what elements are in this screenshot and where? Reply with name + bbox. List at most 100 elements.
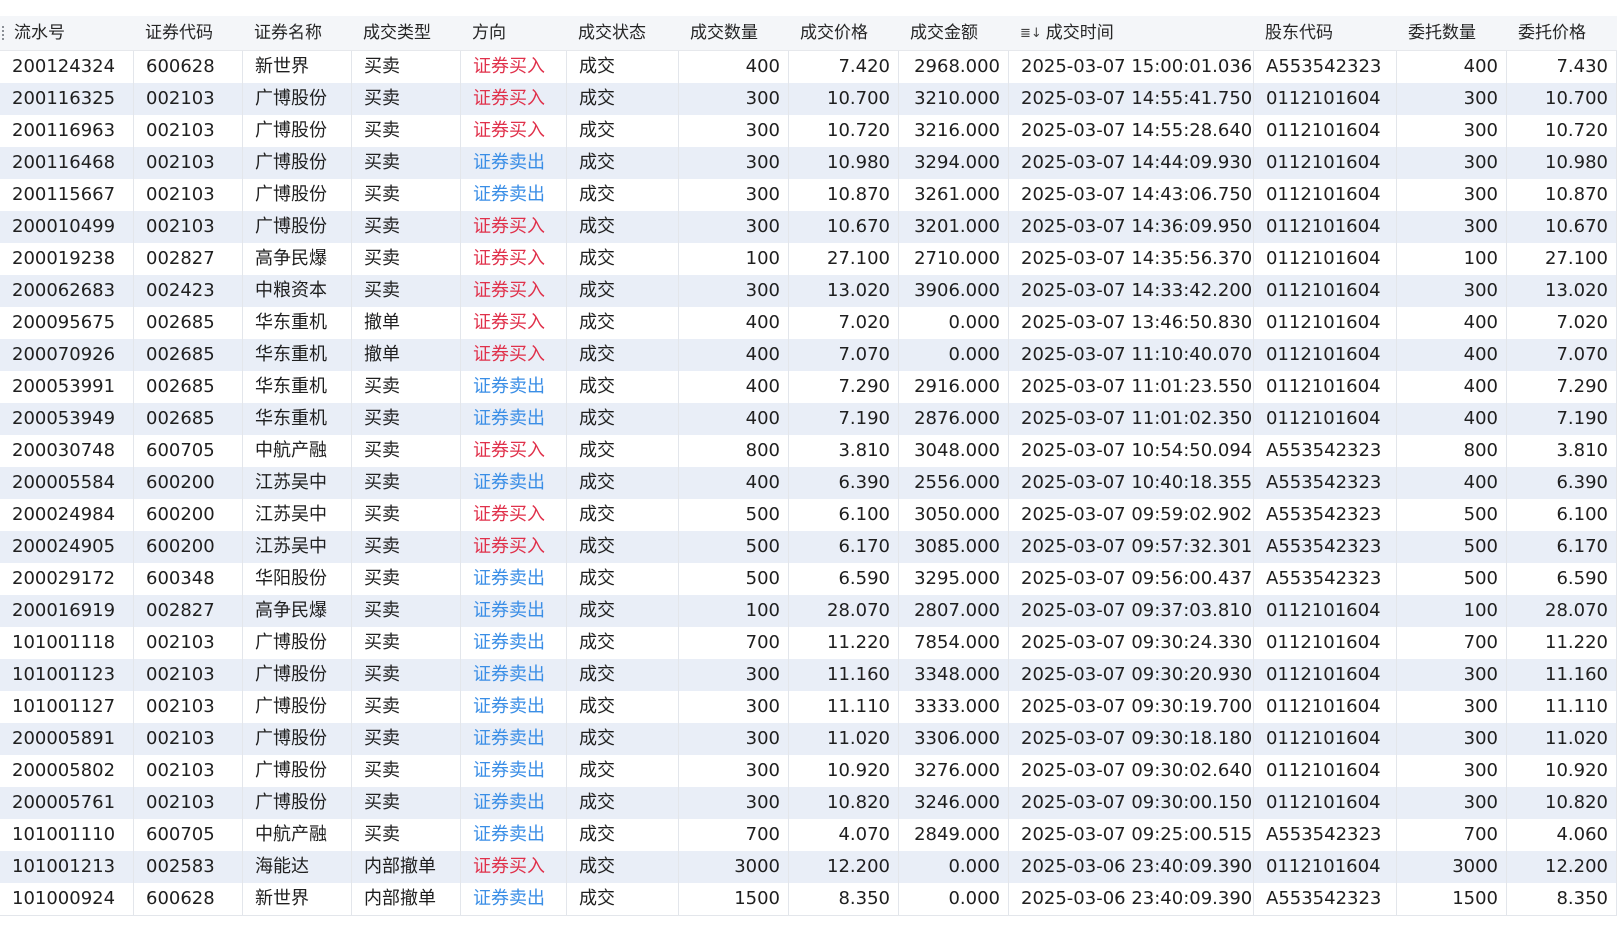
table-row[interactable]: 200016919 002827 高争民爆 买卖 证券卖出 成交 100 28.070 2807… <box>0 595 1617 627</box>
column-header-security-name[interactable]: 证券名称 <box>243 16 352 50</box>
cell-direction: 证券买入 <box>461 211 567 243</box>
table-row[interactable]: 200024984 600200 江苏吴中 买卖 证券买入 成交 500 6.100 3050.… <box>0 499 1617 531</box>
table-row[interactable]: 101001213 002583 海能达 内部撤单 证券买入 成交 3000 12.200 0.… <box>0 851 1617 883</box>
sort-descending-icon[interactable]: ≣↓ <box>1020 17 1042 50</box>
table-row[interactable]: 200095675 002685 华东重机 撤单 证券买入 成交 400 7.020 0.000… <box>0 307 1617 339</box>
cell-security-code: 002423 <box>134 275 243 307</box>
cell-security-name: 华东重机 <box>243 339 352 371</box>
cell-trade-quantity: 400 <box>679 371 789 403</box>
cell-trade-status: 成交 <box>567 627 679 659</box>
column-header-trade-status[interactable]: 成交状态 <box>567 16 679 50</box>
cell-serial-no: 200116468 <box>0 147 134 179</box>
table-row[interactable]: 200030748 600705 中航产融 买卖 证券买入 成交 800 3.810 3048.… <box>0 435 1617 467</box>
cell-security-code: 600348 <box>134 563 243 595</box>
table-row[interactable]: 200010499 002103 广博股份 买卖 证券买入 成交 300 10.670 3201… <box>0 211 1617 243</box>
table-row[interactable]: 200005761 002103 广博股份 买卖 证券卖出 成交 300 10.820 3246… <box>0 787 1617 819</box>
cell-trade-amount: 3050.000 <box>899 499 1009 531</box>
cell-trade-price: 11.110 <box>789 691 899 723</box>
column-header-label: 股东代码 <box>1265 23 1333 43</box>
cell-order-quantity: 300 <box>1397 691 1507 723</box>
cell-trade-status: 成交 <box>567 275 679 307</box>
cell-shareholder-code: 0112101604 <box>1254 755 1397 787</box>
cell-security-code: 600628 <box>134 883 243 915</box>
cell-order-price: 11.160 <box>1507 659 1617 691</box>
cell-serial-no: 101001127 <box>0 691 134 723</box>
cell-serial-no: 200070926 <box>0 339 134 371</box>
table-row[interactable]: 200053949 002685 华东重机 买卖 证券卖出 成交 400 7.190 2876.… <box>0 403 1617 435</box>
cell-order-quantity: 300 <box>1397 275 1507 307</box>
cell-security-code: 002103 <box>134 723 243 755</box>
cell-trade-quantity: 300 <box>679 115 789 147</box>
cell-trade-type: 买卖 <box>352 179 461 211</box>
table-row[interactable]: 200070926 002685 华东重机 撤单 证券买入 成交 400 7.070 0.000… <box>0 339 1617 371</box>
cell-order-price: 28.070 <box>1507 595 1617 627</box>
cell-order-price: 10.700 <box>1507 83 1617 115</box>
cell-shareholder-code: 0112101604 <box>1254 307 1397 339</box>
cell-trade-price: 10.700 <box>789 83 899 115</box>
table-row[interactable]: 200005802 002103 广博股份 买卖 证券卖出 成交 300 10.920 3276… <box>0 755 1617 787</box>
table-row[interactable]: 101001110 600705 中航产融 买卖 证券卖出 成交 700 4.070 2849.… <box>0 819 1617 851</box>
cell-security-name: 广博股份 <box>243 115 352 147</box>
cell-trade-quantity: 300 <box>679 83 789 115</box>
cell-trade-time: 2025-03-07 09:30:02.640 <box>1009 755 1254 787</box>
column-header-trade-quantity[interactable]: 成交数量 <box>679 16 789 50</box>
cell-trade-time: 2025-03-07 09:30:18.180 <box>1009 723 1254 755</box>
column-header-serial-no[interactable]: 流水号 <box>0 16 134 50</box>
cell-trade-status: 成交 <box>567 563 679 595</box>
cell-serial-no: 200062683 <box>0 275 134 307</box>
cell-order-quantity: 400 <box>1397 403 1507 435</box>
table-row[interactable]: 200019238 002827 高争民爆 买卖 证券买入 成交 100 27.100 2710… <box>0 243 1617 275</box>
cell-order-quantity: 300 <box>1397 755 1507 787</box>
table-row[interactable]: 200116325 002103 广博股份 买卖 证券买入 成交 300 10.700 3210… <box>0 83 1617 115</box>
table-row[interactable]: 101000924 600628 新世界 内部撤单 证券卖出 成交 1500 8.350 0.0… <box>0 883 1617 915</box>
column-header-order-quantity[interactable]: 委托数量 <box>1397 16 1507 50</box>
column-header-security-code[interactable]: 证券代码 <box>134 16 243 50</box>
table-row[interactable]: 200115667 002103 广博股份 买卖 证券卖出 成交 300 10.870 3261… <box>0 179 1617 211</box>
cell-security-name: 中航产融 <box>243 435 352 467</box>
cell-trade-status: 成交 <box>567 595 679 627</box>
cell-order-price: 7.190 <box>1507 403 1617 435</box>
cell-security-code: 002685 <box>134 339 243 371</box>
cell-order-price: 6.100 <box>1507 499 1617 531</box>
table-row[interactable]: 101001118 002103 广博股份 买卖 证券卖出 成交 700 11.220 7854… <box>0 627 1617 659</box>
column-header-trade-amount[interactable]: 成交金额 <box>899 16 1009 50</box>
column-header-order-price[interactable]: 委托价格 <box>1507 16 1617 50</box>
cell-security-code: 002103 <box>134 179 243 211</box>
cell-trade-amount: 0.000 <box>899 307 1009 339</box>
table-row[interactable]: 200005584 600200 江苏吴中 买卖 证券卖出 成交 400 6.390 2556.… <box>0 467 1617 499</box>
cell-security-name: 江苏吴中 <box>243 531 352 563</box>
cell-trade-quantity: 300 <box>679 211 789 243</box>
column-header-label: 成交数量 <box>690 23 758 43</box>
table-row[interactable]: 200005891 002103 广博股份 买卖 证券卖出 成交 300 11.020 3306… <box>0 723 1617 755</box>
table-row[interactable]: 101001127 002103 广博股份 买卖 证券卖出 成交 300 11.110 3333… <box>0 691 1617 723</box>
cell-trade-time: 2025-03-07 09:56:00.437 <box>1009 563 1254 595</box>
cell-serial-no: 200016919 <box>0 595 134 627</box>
cell-trade-amount: 3348.000 <box>899 659 1009 691</box>
cell-trade-amount: 3216.000 <box>899 115 1009 147</box>
table-row[interactable]: 200062683 002423 中粮资本 买卖 证券买入 成交 300 13.020 3906… <box>0 275 1617 307</box>
column-header-direction[interactable]: 方向 <box>461 16 567 50</box>
cell-trade-price: 10.980 <box>789 147 899 179</box>
table-row[interactable]: 200116468 002103 广博股份 买卖 证券卖出 成交 300 10.980 3294… <box>0 147 1617 179</box>
column-header-trade-time[interactable]: ≣↓ 成交时间 <box>1009 16 1254 50</box>
table-row[interactable]: 200053991 002685 华东重机 买卖 证券卖出 成交 400 7.290 2916.… <box>0 371 1617 403</box>
cell-direction: 证券买入 <box>461 243 567 275</box>
table-row[interactable]: 101001123 002103 广博股份 买卖 证券卖出 成交 300 11.160 3348… <box>0 659 1617 691</box>
cell-trade-price: 8.350 <box>789 883 899 915</box>
cell-security-code: 002685 <box>134 371 243 403</box>
cell-shareholder-code: 0112101604 <box>1254 179 1397 211</box>
cell-direction: 证券卖出 <box>461 371 567 403</box>
cell-trade-quantity: 400 <box>679 339 789 371</box>
table-row[interactable]: 200124324 600628 新世界 买卖 证券买入 成交 400 7.420 2968.0… <box>0 51 1617 83</box>
column-header-trade-type[interactable]: 成交类型 <box>352 16 461 50</box>
table-row[interactable]: 200029172 600348 华阳股份 买卖 证券卖出 成交 500 6.590 3295.… <box>0 563 1617 595</box>
column-header-shareholder-code[interactable]: 股东代码 <box>1254 16 1397 50</box>
table-row[interactable]: 200024905 600200 江苏吴中 买卖 证券买入 成交 500 6.170 3085.… <box>0 531 1617 563</box>
cell-trade-time: 2025-03-07 10:54:50.094 <box>1009 435 1254 467</box>
table-row[interactable]: 200116963 002103 广博股份 买卖 证券买入 成交 300 10.720 3216… <box>0 115 1617 147</box>
cell-security-code: 002685 <box>134 307 243 339</box>
column-header-trade-price[interactable]: 成交价格 <box>789 16 899 50</box>
cell-direction: 证券卖出 <box>461 723 567 755</box>
cell-trade-quantity: 300 <box>679 147 789 179</box>
cell-trade-time: 2025-03-07 15:00:01.036 <box>1009 51 1254 83</box>
